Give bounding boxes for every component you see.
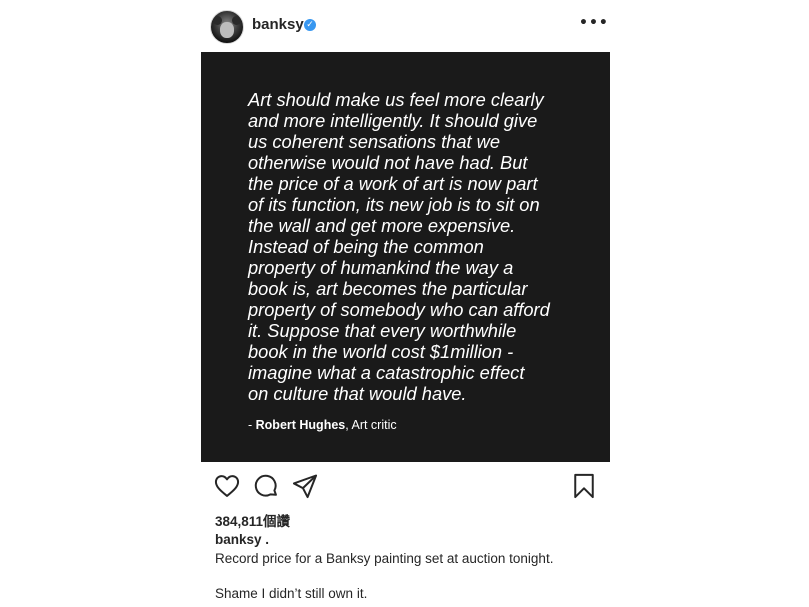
quote-line: property of somebody who can afford [248, 299, 550, 320]
username[interactable]: banksy [252, 16, 304, 33]
quote-line: it. Suppose that every worthwhile [248, 320, 517, 341]
post-image[interactable]: Art should make us feel more clearly and … [201, 52, 610, 462]
heart-icon[interactable] [213, 472, 241, 500]
instagram-post: banksy ✓ ••• Art should make us feel mor… [0, 0, 809, 607]
post-header: banksy ✓ ••• [205, 6, 610, 46]
bookmark-icon[interactable] [570, 472, 598, 500]
quote-line: on culture that would have. [248, 383, 467, 404]
caption-username: banksy . [215, 532, 269, 547]
quote-line: imagine what a catastrophic effect [248, 362, 525, 383]
caption-line-1: Record price for a Banksy painting set a… [215, 551, 554, 566]
attribution-prefix: - [248, 418, 256, 432]
attribution-name: Robert Hughes [255, 418, 346, 432]
quote-line: book in the world cost $1million - [248, 341, 514, 362]
quote-text: Art should make us feel more clearly and … [248, 89, 578, 404]
comment-icon[interactable] [252, 472, 280, 500]
attribution-role: , Art critic [345, 418, 397, 432]
caption-line-2: Shame I didn’t still own it. [215, 586, 368, 601]
more-options-icon[interactable]: ••• [579, 15, 609, 31]
caption-suffix: . [261, 532, 270, 547]
avatar-ear-right [232, 16, 241, 25]
quote-line: book is, art becomes the particular [248, 278, 528, 299]
quote-line: Instead of being the common [248, 236, 484, 257]
quote-line: the wall and get more expensive. [248, 215, 516, 236]
avatar[interactable] [210, 10, 244, 44]
quote-line: property of humankind the way a [248, 257, 514, 278]
quote-line: otherwise would not have had. But [248, 152, 528, 173]
quote-line: of its function, its new job is to sit o… [248, 194, 540, 215]
avatar-face [220, 22, 234, 38]
caption-username-link[interactable]: banksy [215, 532, 262, 547]
quote-line: us coherent sensations that we [248, 131, 501, 152]
share-icon[interactable] [291, 472, 319, 500]
quote-line: the price of a work of art is now part [248, 173, 538, 194]
action-bar [201, 472, 610, 502]
quote-line: and more intelligently. It should give [248, 110, 538, 131]
quote-line: Art should make us feel more clearly [248, 89, 544, 110]
verified-badge-icon: ✓ [304, 19, 316, 31]
like-count[interactable]: 384,811個讚 [215, 510, 290, 530]
quote-attribution: - Robert Hughes, Art critic [248, 418, 397, 432]
